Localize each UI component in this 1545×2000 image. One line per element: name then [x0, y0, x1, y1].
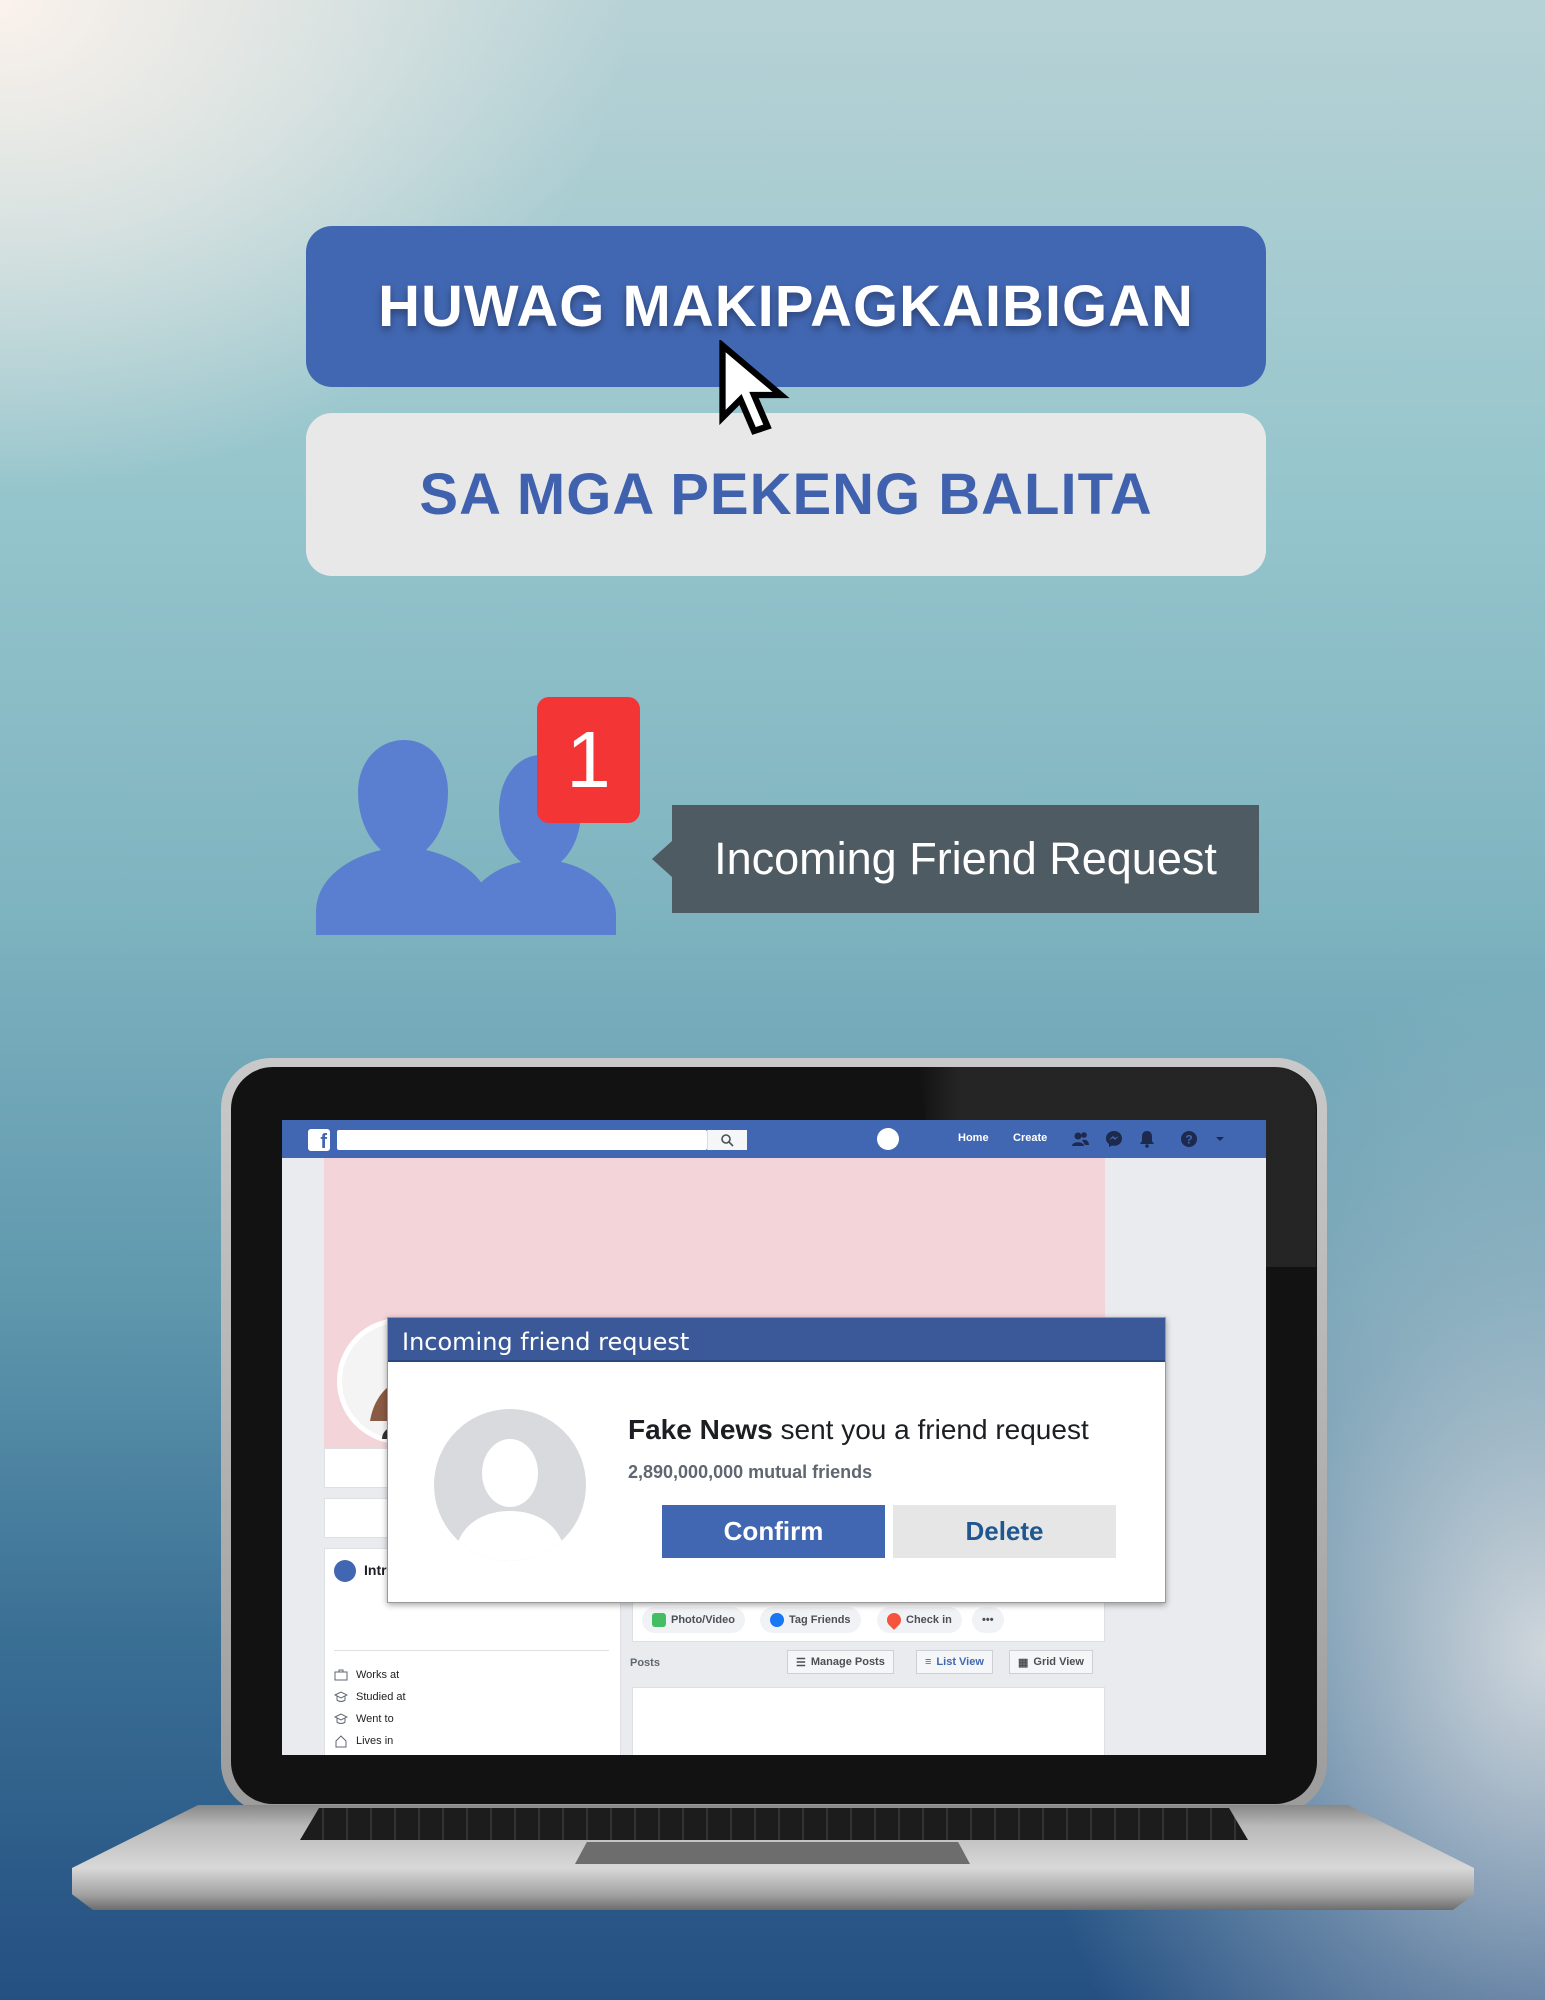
intro-row-works-at: Works at: [334, 1668, 399, 1682]
laptop-trackpad: [575, 1842, 970, 1864]
graduation-cap-icon: [334, 1713, 348, 1724]
photo-video-button[interactable]: Photo/Video: [642, 1607, 745, 1633]
nav-create[interactable]: Create: [1013, 1132, 1047, 1144]
friends-icon[interactable]: [1070, 1129, 1090, 1149]
nav-home[interactable]: Home: [958, 1132, 989, 1144]
search-icon: [721, 1134, 734, 1147]
svg-text:?: ?: [1185, 1133, 1192, 1147]
help-icon[interactable]: ?: [1179, 1129, 1199, 1149]
friend-request-message: Fake News sent you a friend request: [628, 1414, 1089, 1446]
home-icon: [335, 1735, 347, 1748]
laptop-screen: f Home Create ? Intro Works at Studied a…: [282, 1120, 1266, 1755]
default-avatar-icon: [434, 1409, 586, 1561]
delete-button[interactable]: Delete: [893, 1505, 1116, 1558]
intro-row-studied-at: Studied at: [334, 1690, 406, 1704]
mutual-friends-count: 2,890,000,000 mutual friends: [628, 1462, 873, 1482]
request-text: sent you a friend request: [772, 1414, 1089, 1445]
manage-posts-button[interactable]: ☰ Manage Posts: [787, 1650, 894, 1674]
tag-friends-button[interactable]: Tag Friends: [760, 1607, 861, 1633]
globe-icon: [334, 1560, 356, 1582]
friend-request-tooltip: Incoming Friend Request: [672, 805, 1259, 913]
intro-row-went-to: Went to: [334, 1712, 394, 1726]
divider: [334, 1650, 609, 1651]
bell-icon[interactable]: [1137, 1129, 1157, 1149]
dropdown-icon[interactable]: [1210, 1129, 1230, 1149]
list-view-button[interactable]: ≡ List View: [916, 1650, 993, 1674]
list-icon: ≡: [925, 1656, 932, 1668]
posts-area: [632, 1687, 1105, 1755]
tag-friends-icon: [770, 1613, 784, 1627]
friend-request-dialog: Incoming friend request Fake News sent y…: [387, 1317, 1166, 1603]
notification-badge[interactable]: 1: [537, 697, 640, 823]
facebook-search-input[interactable]: [337, 1130, 707, 1150]
graduation-cap-icon: [334, 1691, 348, 1702]
intro-row-lives-in: Lives in: [334, 1734, 393, 1748]
more-options-button[interactable]: •••: [972, 1607, 1004, 1633]
messenger-icon[interactable]: [1104, 1129, 1124, 1149]
check-in-button[interactable]: Check in: [877, 1607, 962, 1633]
tooltip-arrow: [652, 841, 672, 877]
dialog-header: Incoming friend request: [388, 1318, 1165, 1362]
grid-icon: ▦: [1018, 1656, 1029, 1669]
grid-view-button[interactable]: ▦ Grid View: [1009, 1650, 1093, 1674]
dialog-title: Incoming friend request: [402, 1328, 690, 1356]
headline-line2: SA MGA PEKENG BALITA: [419, 462, 1153, 527]
laptop-keyboard: [300, 1808, 1248, 1840]
user-avatar[interactable]: [877, 1128, 899, 1150]
settings-icon: ☰: [796, 1656, 806, 1669]
confirm-button[interactable]: Confirm: [662, 1505, 885, 1558]
facebook-logo-icon[interactable]: f: [308, 1129, 330, 1151]
sender-name: Fake News: [628, 1414, 773, 1445]
headline-line1: HUWAG MAKIPAGKAIBIGAN: [378, 274, 1194, 339]
facebook-topbar: f Home Create ?: [282, 1120, 1266, 1158]
photo-icon: [652, 1613, 666, 1627]
briefcase-icon: [334, 1669, 348, 1681]
location-pin-icon: [884, 1610, 904, 1630]
mouse-pointer-icon: [719, 340, 790, 435]
posts-label: Posts: [630, 1657, 660, 1669]
